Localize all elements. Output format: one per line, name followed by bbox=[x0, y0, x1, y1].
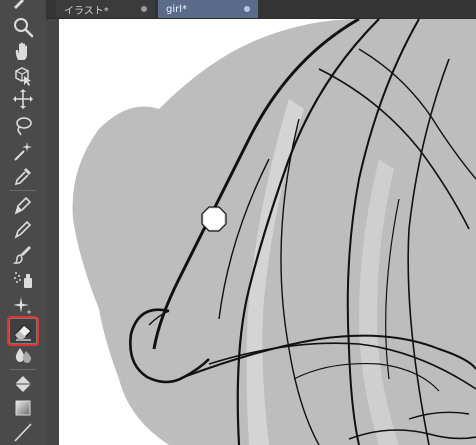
gradient-tool-button[interactable] bbox=[8, 397, 38, 419]
brush-tool-button[interactable] bbox=[8, 243, 38, 265]
airbrush-tool-button[interactable] bbox=[8, 268, 38, 290]
blend-tool-button[interactable] bbox=[8, 344, 38, 366]
document-tab-bar: イラスト* girl* bbox=[46, 0, 476, 19]
cube-arrow-icon bbox=[12, 64, 34, 86]
lasso-tool-button[interactable] bbox=[8, 114, 38, 136]
tab-label: イラスト* bbox=[64, 5, 109, 17]
operation-tool-button[interactable] bbox=[8, 64, 38, 86]
pen-icon bbox=[12, 194, 34, 216]
move-layer-tool-button[interactable] bbox=[8, 88, 38, 110]
eyedropper-icon bbox=[12, 165, 34, 187]
eraser-tool-button[interactable] bbox=[7, 316, 39, 346]
tab-close-dot-icon[interactable] bbox=[141, 6, 147, 12]
pencil-tool-button[interactable] bbox=[8, 218, 38, 240]
gradient-icon bbox=[12, 397, 34, 419]
tab-label: girl* bbox=[166, 3, 188, 15]
move-arrows-icon bbox=[12, 88, 34, 110]
line-icon bbox=[12, 421, 34, 443]
tab-girl[interactable]: girl* bbox=[158, 0, 258, 18]
line-tool-button[interactable] bbox=[8, 421, 38, 443]
zoom-tool-button[interactable] bbox=[8, 16, 38, 38]
toolbar-divider bbox=[10, 369, 36, 370]
magic-wand-icon bbox=[12, 140, 34, 162]
brush-icon bbox=[12, 243, 34, 265]
lasso-icon bbox=[12, 114, 34, 136]
tool-palette bbox=[0, 0, 47, 445]
hand-icon bbox=[12, 40, 34, 62]
artwork bbox=[72, 19, 476, 445]
drawing-canvas[interactable] bbox=[59, 19, 476, 445]
move-view-tool-button[interactable] bbox=[8, 40, 38, 62]
decoration-tool-button[interactable] bbox=[8, 294, 38, 316]
eraser-icon bbox=[12, 320, 34, 342]
pen-tool-button[interactable] bbox=[8, 194, 38, 216]
tab-close-dot-icon[interactable] bbox=[244, 6, 250, 12]
pencil-icon bbox=[12, 218, 34, 240]
eyedropper-tool-button[interactable] bbox=[8, 165, 38, 187]
canvas-area[interactable] bbox=[46, 19, 476, 445]
pen-top-icon bbox=[8, 0, 38, 9]
tab-illustration[interactable]: イラスト* bbox=[56, 0, 156, 18]
toolbar-divider bbox=[10, 190, 36, 191]
sparkle-icon bbox=[12, 294, 34, 316]
airbrush-icon bbox=[12, 268, 34, 290]
auto-select-tool-button[interactable] bbox=[8, 140, 38, 162]
fill-tool-button[interactable] bbox=[8, 373, 38, 395]
blend-drops-icon bbox=[12, 344, 34, 366]
magnifier-icon bbox=[12, 16, 34, 38]
fill-bucket-icon bbox=[12, 373, 34, 395]
